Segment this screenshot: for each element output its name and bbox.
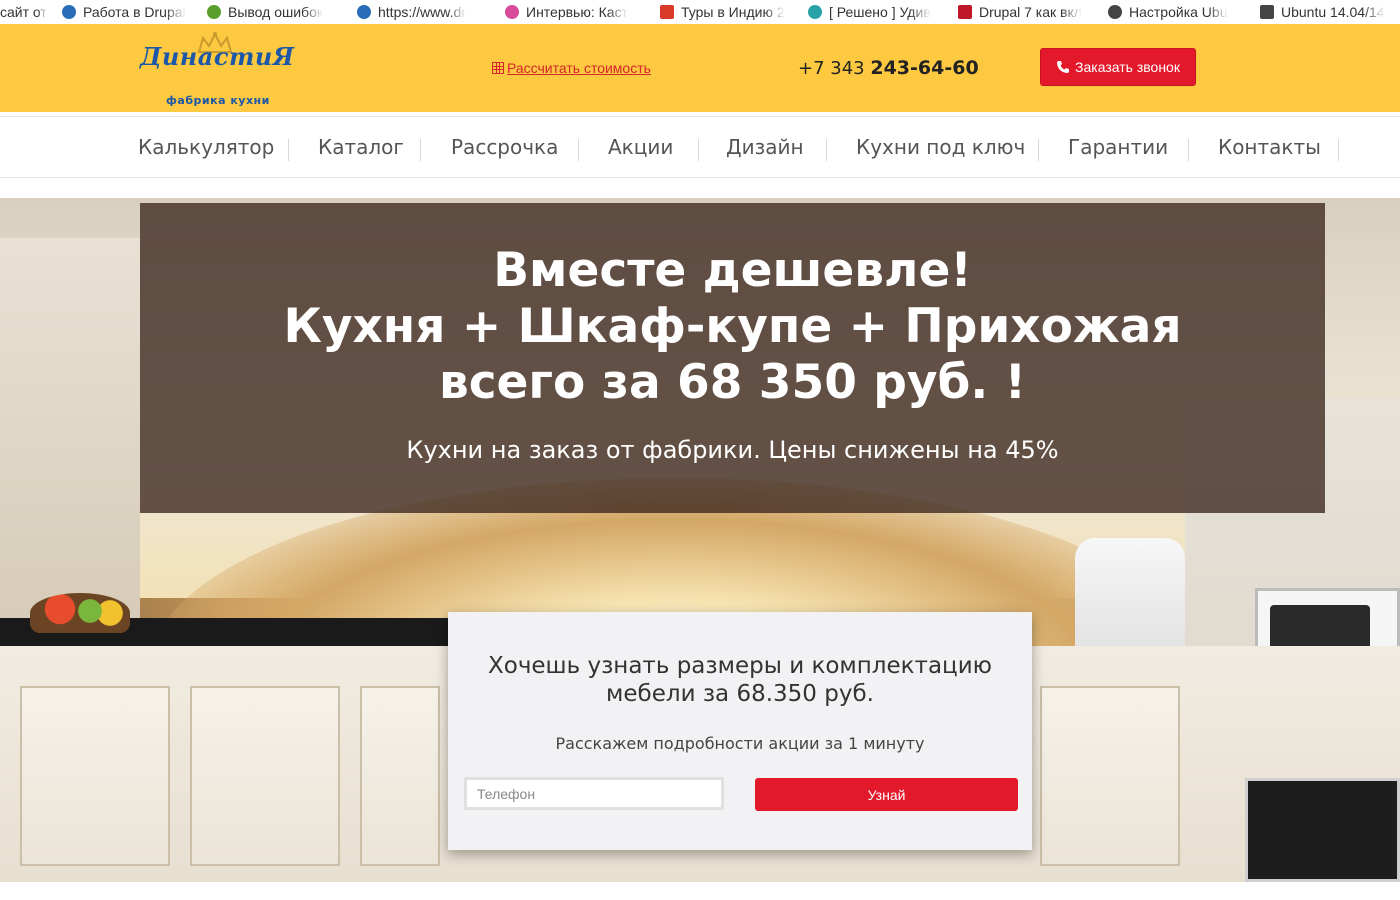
main-nav: Калькулятор Каталог Рассрочка Акции Диза… <box>0 116 1400 178</box>
nav-divider <box>698 139 699 161</box>
nav-item-turnkey-kitchens[interactable]: Кухни под ключ <box>856 135 1025 159</box>
bookmark-label: [ Решено ] Удив <box>829 4 931 20</box>
site-header: ДинастиЯ фабрика кухни Рассчитать стоимо… <box>0 24 1400 112</box>
bookmark-item[interactable]: [ Решено ] Удив <box>796 0 946 24</box>
bookmark-label: сайт от <box>0 4 47 20</box>
hero-title-line: Кухня + Шкаф-купе + Прихожая <box>283 299 1182 354</box>
bookmark-item[interactable]: Ubuntu 14.04/14 <box>1248 0 1400 24</box>
phone-icon <box>1057 61 1070 73</box>
bookmark-label: Интервью: Каст <box>526 4 628 20</box>
nav-item-contacts[interactable]: Контакты <box>1218 135 1321 159</box>
submit-button[interactable]: Узнай <box>755 778 1018 811</box>
bookmark-item[interactable]: Работа в Drupal <box>50 0 195 24</box>
phone-number: +7 343 243-64-60 <box>798 57 979 79</box>
drupal-icon <box>62 5 76 19</box>
bookmark-label: Вывод ошибок <box>228 4 323 20</box>
site-icon <box>958 5 972 19</box>
form-title-line: мебели за 68.350 руб. <box>606 681 874 707</box>
nav-item-calculator[interactable]: Калькулятор <box>138 135 274 159</box>
nav-divider <box>578 139 579 161</box>
hero-fruit-bowl <box>30 593 130 633</box>
bookmark-item[interactable]: Drupal 7 как вкл <box>946 0 1096 24</box>
nav-divider <box>1038 139 1039 161</box>
nav-item-installment[interactable]: Рассрочка <box>451 135 558 159</box>
hero-title: Вместе дешевле! Кухня + Шкаф-купе + Прих… <box>140 243 1325 411</box>
hero-oven <box>1245 778 1400 882</box>
bookmark-item[interactable]: Настройка Ubu <box>1096 0 1248 24</box>
calculate-cost-link[interactable]: Рассчитать стоимость <box>492 60 651 76</box>
nav-divider <box>826 139 827 161</box>
hero-cabinet-left <box>0 238 140 618</box>
order-call-button[interactable]: Заказать звонок <box>1040 48 1196 86</box>
hero-title-line: всего за 68 350 руб. ! <box>438 355 1027 410</box>
bookmark-label: https://www.dr <box>378 4 466 20</box>
ubuntu-icon <box>1260 5 1274 19</box>
logo-subtitle: фабрика кухни <box>166 94 270 107</box>
phone-digits: 243-64-60 <box>870 57 979 79</box>
calculate-cost-label: Рассчитать стоимость <box>507 60 651 76</box>
logo[interactable]: ДинастиЯ фабрика кухни <box>138 32 298 112</box>
hero-section: Вместе дешевле! Кухня + Шкаф-купе + Прих… <box>0 198 1400 882</box>
bookmark-label: Ubuntu 14.04/14 <box>1281 4 1385 20</box>
order-call-label: Заказать звонок <box>1075 59 1180 75</box>
bookmarks-bar: сайт от Работа в Drupal Вывод ошибок htt… <box>0 0 1400 24</box>
site-icon <box>660 5 674 19</box>
form-title-line: Хочешь узнать размеры и комплектацию <box>487 653 993 679</box>
hero-title-line: Вместе дешевле! <box>493 243 972 298</box>
drupal-icon <box>357 5 371 19</box>
ru-icon <box>808 5 822 19</box>
hero-banner: Вместе дешевле! Кухня + Шкаф-купе + Прих… <box>140 203 1325 513</box>
calculator-icon <box>492 62 504 74</box>
bookmark-label: Работа в Drupal <box>83 4 186 20</box>
bookmark-item[interactable]: Вывод ошибок <box>195 0 345 24</box>
nav-item-catalog[interactable]: Каталог <box>318 135 404 159</box>
lead-form: Хочешь узнать размеры и комплектацию меб… <box>448 612 1032 850</box>
nav-item-design[interactable]: Дизайн <box>726 135 804 159</box>
bookmark-item[interactable]: Туры в Индию 2 <box>648 0 796 24</box>
nav-divider <box>288 139 289 161</box>
hero-subtitle: Кухни на заказ от фабрики. Цены снижены … <box>406 436 1059 464</box>
form-title: Хочешь узнать размеры и комплектацию меб… <box>448 652 1032 708</box>
bookmark-label: Туры в Индию 2 <box>681 4 785 20</box>
site-icon <box>207 5 221 19</box>
ubuntu-icon <box>1108 5 1122 19</box>
bookmark-item[interactable]: сайт от <box>0 0 50 24</box>
phone-prefix: +7 343 <box>798 58 865 79</box>
nav-divider <box>420 139 421 161</box>
form-subtitle: Расскажем подробности акции за 1 минуту <box>555 734 925 753</box>
nav-item-promotions[interactable]: Акции <box>608 135 673 159</box>
logo-name: ДинастиЯ <box>140 42 295 71</box>
bookmark-label: Drupal 7 как вкл <box>979 4 1082 20</box>
dots-icon <box>505 5 519 19</box>
bookmark-item[interactable]: Интервью: Каст <box>493 0 648 24</box>
page-bottom-strip <box>0 882 1400 900</box>
nav-divider <box>1188 139 1189 161</box>
bookmark-item[interactable]: https://www.dr <box>345 0 493 24</box>
nav-divider <box>1338 139 1339 161</box>
bookmark-label: Настройка Ubu <box>1129 4 1228 20</box>
phone-input[interactable] <box>464 777 724 810</box>
nav-item-warranty[interactable]: Гарантии <box>1068 135 1168 159</box>
